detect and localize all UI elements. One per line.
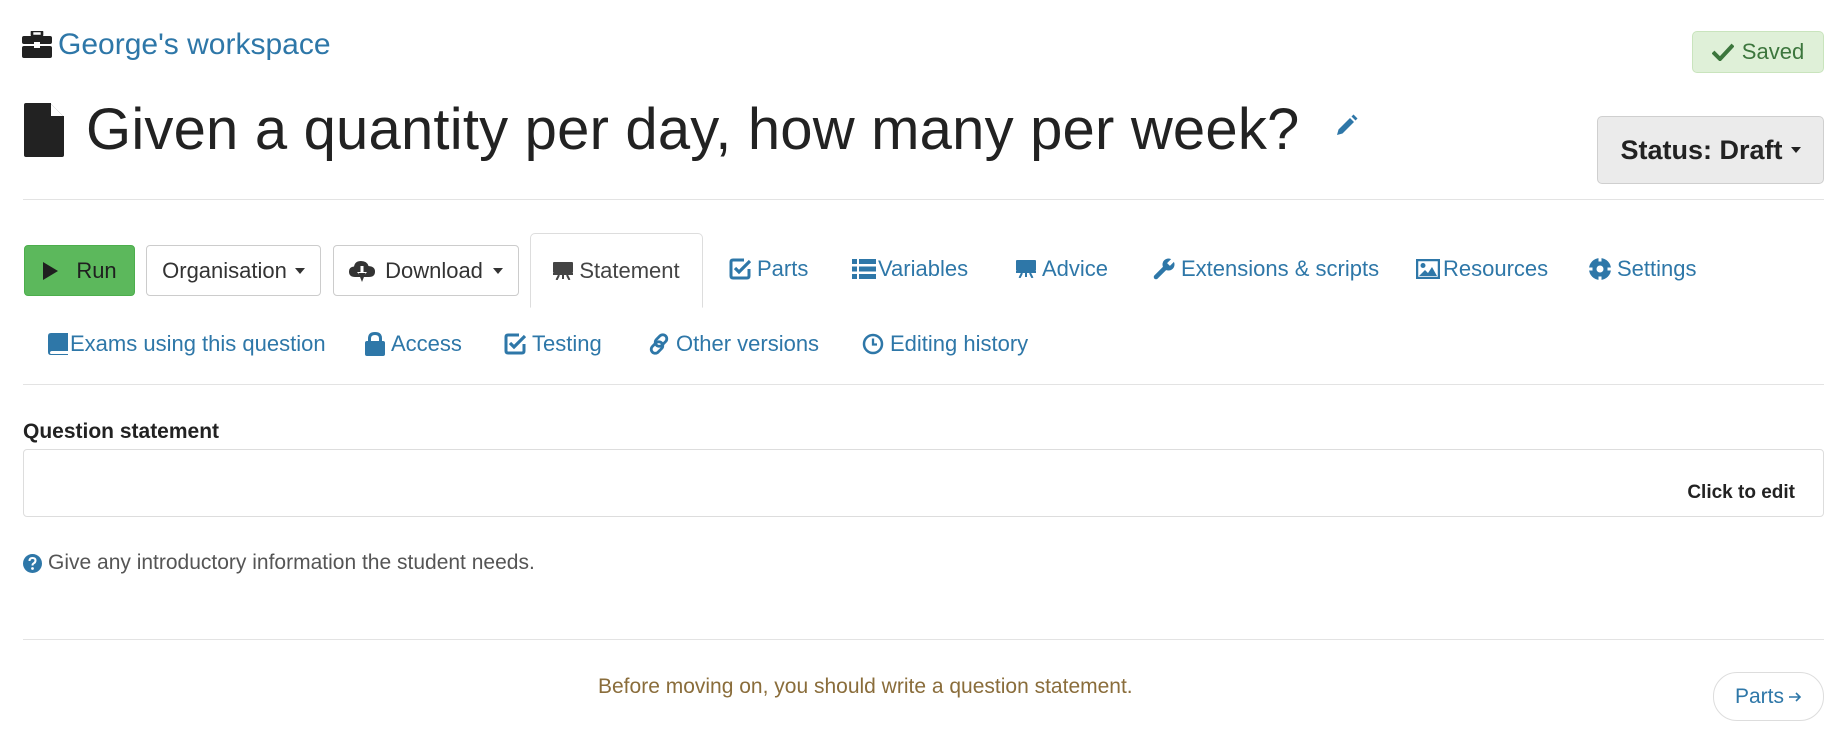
- status-label: Status: Draft: [1620, 134, 1783, 165]
- help-text-label: Give any introductory information the st…: [48, 551, 535, 574]
- tab-other-versions-label: Other versions: [676, 331, 820, 356]
- divider: [23, 199, 1824, 200]
- book-icon: [48, 333, 68, 355]
- next-label: Parts: [1734, 684, 1784, 708]
- tab-access-label: Access: [391, 331, 462, 356]
- check-square-icon: [729, 258, 751, 280]
- tab-parts-label: Parts: [757, 256, 809, 281]
- workspace-link[interactable]: George's workspace: [22, 28, 331, 62]
- cloud-download-icon: [349, 260, 376, 282]
- warning-message: Before moving on, you should write a que…: [598, 675, 1133, 698]
- check-icon: [1711, 43, 1734, 61]
- tab-statement-label: Statement: [579, 257, 680, 283]
- tab-testing[interactable]: Testing: [504, 331, 602, 357]
- tab-testing-label: Testing: [532, 331, 602, 356]
- caret-down-icon: [492, 267, 503, 274]
- tab-extensions[interactable]: Extensions & scripts: [1153, 256, 1379, 282]
- tab-variables[interactable]: Variables: [852, 256, 968, 282]
- tab-variables-label: Variables: [878, 256, 969, 281]
- wrench-icon: [1153, 258, 1175, 280]
- tab-editing-history[interactable]: Editing history: [862, 331, 1028, 357]
- tab-advice-label: Advice: [1042, 256, 1109, 281]
- tab-exams[interactable]: Exams using this question: [48, 331, 326, 357]
- page-title-row: Given a quantity per day, how many per w…: [24, 96, 1358, 163]
- tab-parts[interactable]: Parts: [729, 256, 808, 282]
- tab-access[interactable]: Access: [365, 331, 462, 357]
- help-text: Give any introductory information the st…: [23, 551, 535, 575]
- tab-exams-label: Exams using this question: [70, 331, 326, 356]
- briefcase-icon: [22, 31, 52, 59]
- saved-status-badge: Saved: [1692, 31, 1824, 73]
- run-button[interactable]: Run: [24, 245, 135, 296]
- tab-advice[interactable]: Advice: [1016, 256, 1108, 282]
- presentation-icon: [1016, 260, 1036, 278]
- question-circle-icon: [23, 553, 42, 573]
- lock-icon: [365, 332, 385, 356]
- question-statement-heading: Question statement: [23, 420, 220, 443]
- tab-editing-history-label: Editing history: [890, 331, 1029, 356]
- tab-settings[interactable]: Settings: [1589, 256, 1697, 282]
- caret-down-icon: [1790, 147, 1801, 153]
- tab-extensions-label: Extensions & scripts: [1181, 256, 1380, 281]
- question-statement-editor[interactable]: Click to edit: [23, 449, 1824, 517]
- tab-statement[interactable]: Statement: [530, 233, 703, 308]
- page-title: Given a quantity per day, how many per w…: [86, 97, 1300, 162]
- gear-icon: [1589, 258, 1611, 280]
- download-label: Download: [385, 257, 483, 283]
- run-label: Run: [76, 257, 117, 283]
- list-icon: [852, 259, 876, 279]
- pencil-icon[interactable]: [1334, 114, 1358, 138]
- organisation-label: Organisation: [162, 257, 287, 283]
- presentation-icon: [553, 261, 574, 280]
- clock-icon: [862, 333, 884, 355]
- organisation-dropdown-button[interactable]: Organisation: [146, 245, 321, 296]
- image-icon: [1416, 259, 1440, 279]
- file-icon: [24, 102, 64, 157]
- divider: [23, 639, 1824, 640]
- saved-label: Saved: [1741, 39, 1805, 64]
- play-icon: [42, 261, 59, 280]
- download-dropdown-button[interactable]: Download: [333, 245, 519, 296]
- click-to-edit-hint: Click to edit: [1687, 482, 1795, 503]
- next-parts-button[interactable]: Parts: [1713, 672, 1824, 721]
- workspace-label: George's workspace: [58, 28, 331, 61]
- status-dropdown-button[interactable]: Status: Draft: [1597, 116, 1824, 184]
- tab-settings-label: Settings: [1617, 256, 1697, 281]
- check-square-icon: [504, 333, 526, 355]
- tab-resources[interactable]: Resources: [1416, 256, 1548, 282]
- question-editor-page: George's workspace Saved Given a quantit…: [0, 0, 1845, 751]
- tab-resources-label: Resources: [1443, 256, 1549, 281]
- caret-down-icon: [294, 267, 305, 274]
- link-icon: [648, 333, 670, 355]
- tab-other-versions[interactable]: Other versions: [648, 331, 819, 357]
- divider: [23, 384, 1824, 385]
- arrow-right-icon: [1788, 691, 1802, 703]
